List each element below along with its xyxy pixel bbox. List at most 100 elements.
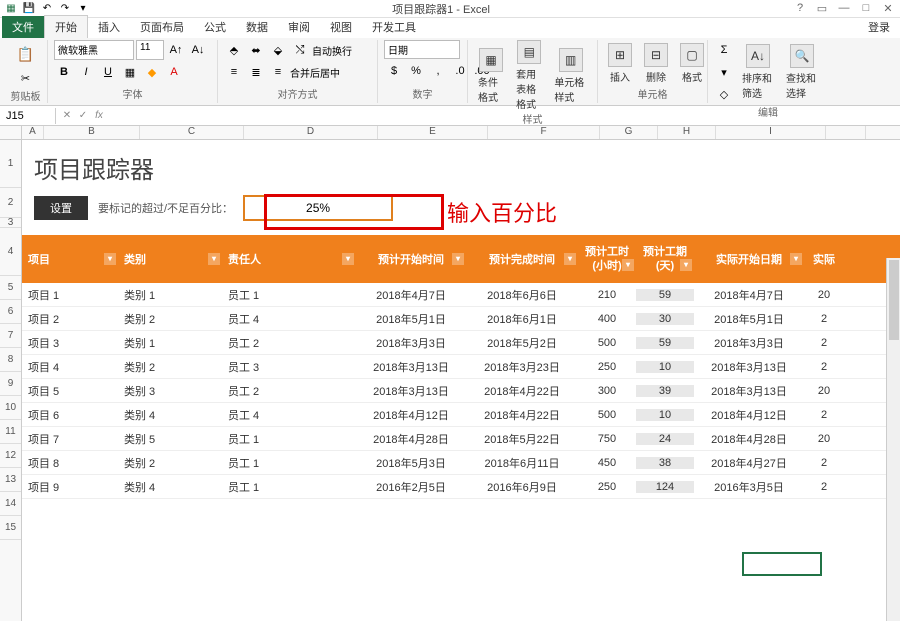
vertical-scrollbar[interactable] <box>886 258 900 621</box>
cell[interactable]: 30 <box>636 313 694 325</box>
accept-formula-icon[interactable]: ✓ <box>76 110 90 121</box>
cell[interactable]: 类别 3 <box>118 383 222 399</box>
filter-icon[interactable]: ▾ <box>622 259 634 271</box>
cell[interactable]: 750 <box>578 433 636 445</box>
th-actual-start[interactable]: 实际开始日期▾ <box>694 251 804 267</box>
cell[interactable]: 类别 4 <box>118 407 222 423</box>
cell[interactable]: 124 <box>636 481 694 493</box>
tab-review[interactable]: 审阅 <box>278 16 320 38</box>
cell[interactable]: 2018年3月13日 <box>356 383 466 399</box>
worksheet[interactable]: ABCDEFGHI 123456789101112131415 项目跟踪器 设置… <box>0 126 900 621</box>
maximize-icon[interactable]: □ <box>858 2 874 15</box>
format-cell-button[interactable]: ▢格式 <box>676 43 708 84</box>
formula-input[interactable] <box>110 114 900 118</box>
cell[interactable]: 2018年3月23日 <box>466 359 578 375</box>
fx-icon[interactable]: fx <box>92 110 106 121</box>
col-header-A[interactable]: A <box>22 126 44 139</box>
col-header-H[interactable]: H <box>658 126 716 139</box>
col-header-G[interactable]: G <box>600 126 658 139</box>
cell[interactable]: 2018年4月27日 <box>694 455 804 471</box>
table-row[interactable]: 项目 3类别 1员工 22018年3月3日2018年5月2日500592018年… <box>22 331 900 355</box>
cell[interactable]: 员工 2 <box>222 383 356 399</box>
cell[interactable]: 项目 4 <box>22 359 118 375</box>
delete-cell-button[interactable]: ⊟删除 <box>640 43 672 84</box>
cell[interactable]: 10 <box>636 409 694 421</box>
cell[interactable]: 员工 1 <box>222 479 356 495</box>
qat-more-icon[interactable]: ▾ <box>76 2 90 16</box>
th-project[interactable]: 项目▾ <box>22 251 118 267</box>
cell[interactable]: 2018年4月22日 <box>466 407 578 423</box>
align-center-icon[interactable]: ≣ <box>246 62 266 82</box>
redo-icon[interactable]: ↷ <box>58 2 72 16</box>
cell[interactable]: 38 <box>636 457 694 469</box>
cell[interactable]: 2018年3月13日 <box>356 359 466 375</box>
help-icon[interactable]: ? <box>792 2 808 15</box>
cell[interactable]: 2018年5月1日 <box>356 311 466 327</box>
row-header-14[interactable]: 14 <box>0 492 21 516</box>
filter-icon[interactable]: ▾ <box>680 259 692 271</box>
cell[interactable]: 10 <box>636 361 694 373</box>
cell[interactable]: 2 <box>804 457 844 469</box>
row-header-5[interactable]: 5 <box>0 276 21 300</box>
row-header-9[interactable]: 9 <box>0 372 21 396</box>
cut-icon[interactable]: ✂ <box>16 68 36 88</box>
cell[interactable]: 类别 2 <box>118 455 222 471</box>
cell[interactable]: 类别 1 <box>118 287 222 303</box>
minimize-icon[interactable]: — <box>836 2 852 15</box>
number-format-select[interactable]: 日期 <box>384 40 460 59</box>
row-header-11[interactable]: 11 <box>0 420 21 444</box>
col-header-C[interactable]: C <box>140 126 244 139</box>
align-bot-icon[interactable]: ⬙ <box>268 40 288 60</box>
th-actual-last[interactable]: 实际 <box>804 251 844 267</box>
th-category[interactable]: 类别▾ <box>118 251 222 267</box>
wrap-text-button[interactable]: 自动换行 <box>312 43 352 58</box>
row-header-8[interactable]: 8 <box>0 348 21 372</box>
increase-font-icon[interactable]: A↑ <box>166 40 186 60</box>
cell[interactable]: 2018年4月28日 <box>356 431 466 447</box>
col-header-D[interactable]: D <box>244 126 378 139</box>
cell[interactable]: 2016年2月5日 <box>356 479 466 495</box>
col-header-I[interactable]: I <box>716 126 826 139</box>
orient-icon[interactable]: ⤭ <box>290 40 310 60</box>
tab-data[interactable]: 数据 <box>236 16 278 38</box>
cell[interactable]: 2018年4月7日 <box>356 287 466 303</box>
row-header-13[interactable]: 13 <box>0 468 21 492</box>
cell[interactable]: 2 <box>804 409 844 421</box>
cell[interactable]: 20 <box>804 289 844 301</box>
th-responsible[interactable]: 责任人▾ <box>222 251 356 267</box>
settings-button[interactable]: 设置 <box>34 196 88 220</box>
find-select-button[interactable]: 🔍查找和选择 <box>782 44 822 100</box>
cell[interactable]: 员工 1 <box>222 455 356 471</box>
cell[interactable]: 500 <box>578 409 636 421</box>
autosum-icon[interactable]: Σ <box>714 40 734 60</box>
cell[interactable]: 员工 2 <box>222 335 356 351</box>
tab-view[interactable]: 视图 <box>320 16 362 38</box>
table-row[interactable]: 项目 4类别 2员工 32018年3月13日2018年3月23日25010201… <box>22 355 900 379</box>
save-icon[interactable]: 💾 <box>22 2 36 16</box>
cell[interactable]: 2018年3月3日 <box>694 335 804 351</box>
undo-icon[interactable]: ↶ <box>40 2 54 16</box>
filter-icon[interactable]: ▾ <box>790 253 802 265</box>
tab-dev[interactable]: 开发工具 <box>362 16 426 38</box>
cell[interactable]: 员工 4 <box>222 407 356 423</box>
percent-icon[interactable]: % <box>406 61 426 81</box>
cell[interactable]: 2018年6月1日 <box>466 311 578 327</box>
fill-icon[interactable]: ▾ <box>714 62 734 82</box>
th-plan-start[interactable]: 预计开始时间▾ <box>356 251 466 267</box>
table-row[interactable]: 项目 5类别 3员工 22018年3月13日2018年4月22日30039201… <box>22 379 900 403</box>
table-row[interactable]: 项目 7类别 5员工 12018年4月28日2018年5月22日75024201… <box>22 427 900 451</box>
ribbon-collapse-icon[interactable]: ▭ <box>814 2 830 15</box>
cell[interactable]: 2018年6月6日 <box>466 287 578 303</box>
cancel-formula-icon[interactable]: ✕ <box>60 110 74 121</box>
cell[interactable]: 2018年4月12日 <box>694 407 804 423</box>
cell[interactable]: 项目 1 <box>22 287 118 303</box>
cell[interactable]: 类别 4 <box>118 479 222 495</box>
cell[interactable]: 20 <box>804 385 844 397</box>
cell[interactable]: 2 <box>804 481 844 493</box>
table-row[interactable]: 项目 6类别 4员工 42018年4月12日2018年4月22日50010201… <box>22 403 900 427</box>
cell[interactable]: 2018年4月22日 <box>466 383 578 399</box>
cell[interactable]: 2 <box>804 313 844 325</box>
cell[interactable]: 2018年3月13日 <box>694 383 804 399</box>
cell[interactable]: 2018年4月12日 <box>356 407 466 423</box>
cell[interactable]: 员工 1 <box>222 287 356 303</box>
